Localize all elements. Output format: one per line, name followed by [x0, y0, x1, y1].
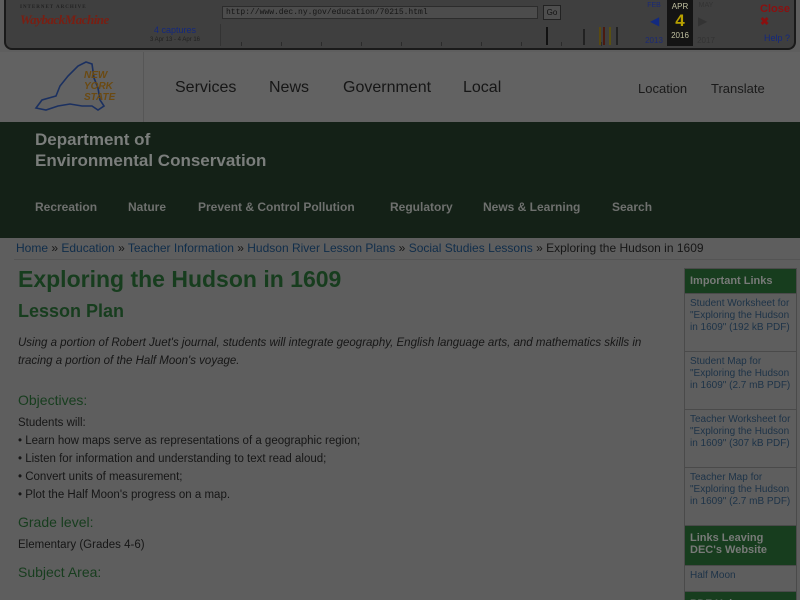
dec-nav-pollution[interactable]: Prevent & Control Pollution — [198, 200, 355, 214]
breadcrumb-education[interactable]: Education — [61, 241, 114, 255]
wayback-url-input[interactable]: http://www.dec.ny.gov/education/70215.ht… — [222, 6, 538, 19]
state-header: NEW YORK STATE Services News Government … — [0, 52, 800, 122]
wayback-logo[interactable]: INTERNET ARCHIVE WaybackMachine — [20, 5, 109, 41]
wayback-logo-small: INTERNET ARCHIVE — [20, 5, 87, 10]
close-icon[interactable]: ✖ — [760, 16, 769, 28]
prev-capture-icon[interactable]: ◀ — [650, 14, 659, 28]
close-label: Close — [760, 3, 790, 15]
dec-nav-nature[interactable]: Nature — [128, 200, 166, 214]
wayback-logo-big: WaybackMachine — [20, 12, 109, 27]
important-links-heading: Important Links — [684, 268, 797, 294]
current-capture: APR 4 2016 — [667, 0, 693, 46]
page: INTERNET ARCHIVE WaybackMachine http://w… — [0, 0, 800, 600]
nav-translate[interactable]: Translate — [711, 81, 765, 96]
objective-item: • Convert units of measurement; — [18, 471, 183, 483]
intro-text: Using a portion of Robert Juet's journal… — [18, 337, 642, 367]
prev-month[interactable]: FEB — [642, 2, 666, 9]
header-divider — [143, 52, 144, 122]
breadcrumb-social-studies[interactable]: Social Studies Lessons — [409, 241, 533, 255]
nav-government[interactable]: Government — [343, 79, 431, 97]
breadcrumb: Home » Education » Teacher Information »… — [16, 241, 704, 255]
sidebar: Important Links Student Worksheet for "E… — [684, 268, 797, 600]
help-label: Help — [764, 33, 783, 43]
breadcrumb-sep: » — [233, 241, 248, 255]
breadcrumb-teacher-info[interactable]: Teacher Information — [128, 241, 234, 255]
help-icon[interactable]: ? — [785, 33, 790, 43]
captures-count[interactable]: 4 captures — [144, 25, 206, 36]
link-student-map[interactable]: Student Map for "Exploring the Hudson in… — [684, 352, 797, 410]
objective-item: • Listen for information and understandi… — [18, 453, 327, 465]
current-day: 4 — [675, 11, 685, 30]
link-teacher-worksheet[interactable]: Teacher Worksheet for "Exploring the Hud… — [684, 410, 797, 468]
breadcrumb-sep: » — [114, 241, 128, 255]
nav-location[interactable]: Location — [638, 81, 687, 96]
nav-local[interactable]: Local — [463, 79, 501, 97]
breadcrumb-current: Exploring the Hudson in 1609 — [546, 241, 704, 255]
page-subtitle: Lesson Plan — [18, 301, 125, 321]
wayback-captures[interactable]: 4 captures 3 Apr 13 - 4 Apr 16 — [144, 25, 206, 45]
subject-heading: Subject Area: — [18, 564, 102, 580]
current-year: 2016 — [671, 31, 689, 40]
dec-nav-recreation[interactable]: Recreation — [35, 200, 97, 214]
page-title: Exploring the Hudson in 1609 — [18, 266, 342, 292]
ny-state-logo[interactable]: NEW YORK STATE — [22, 56, 122, 116]
wayback-help[interactable]: Help ? — [764, 33, 790, 43]
breadcrumb-divider — [14, 259, 800, 260]
next-year: 2017 — [697, 36, 715, 45]
objectives-list: Students will: • Learn how maps serve as… — [18, 414, 668, 504]
dec-banner: Department of Environmental Conservation… — [0, 122, 800, 238]
wayback-go-button[interactable]: Go — [543, 5, 561, 20]
breadcrumb-sep: » — [532, 241, 547, 255]
nav-services[interactable]: Services — [175, 79, 236, 97]
captures-range: 3 Apr 13 - 4 Apr 16 — [149, 37, 201, 43]
breadcrumb-home[interactable]: Home — [16, 241, 48, 255]
prev-year[interactable]: 2013 — [642, 36, 666, 45]
ny-state-logo-text: NEW YORK STATE — [84, 70, 116, 103]
wayback-close[interactable]: Close ✖ — [760, 3, 794, 28]
grade-value: Elementary (Grades 4-6) — [18, 539, 145, 551]
objective-item: • Plot the Half Moon's progress on a map… — [18, 489, 231, 501]
link-student-worksheet[interactable]: Student Worksheet for "Exploring the Hud… — [684, 294, 797, 352]
dec-nav-regulatory[interactable]: Regulatory — [390, 200, 453, 214]
breadcrumb-sep: » — [48, 241, 62, 255]
grade-heading: Grade level: — [18, 514, 94, 530]
breadcrumb-hudson-lessons[interactable]: Hudson River Lesson Plans — [247, 241, 395, 255]
students-will: Students will: — [18, 417, 86, 429]
link-teacher-map[interactable]: Teacher Map for "Exploring the Hudson in… — [684, 468, 797, 526]
next-capture-icon: ▶ — [698, 14, 708, 28]
dec-title-line1[interactable]: Department of — [35, 130, 150, 150]
wayback-toolbar: INTERNET ARCHIVE WaybackMachine http://w… — [4, 0, 796, 50]
pdf-help-heading: PDF Help — [684, 592, 797, 600]
objectives-heading: Objectives: — [18, 392, 88, 408]
link-half-moon[interactable]: Half Moon — [684, 566, 797, 592]
main-content: Exploring the Hudson in 1609 Lesson Plan… — [18, 266, 668, 580]
next-month: MAY — [698, 2, 714, 9]
dec-nav-search[interactable]: Search — [612, 200, 652, 214]
leaving-links-heading: Links Leaving DEC's Website — [684, 526, 797, 566]
current-month: APR — [671, 2, 689, 11]
breadcrumb-sep: » — [395, 241, 409, 255]
objective-item: • Learn how maps serve as representation… — [18, 435, 361, 447]
wayback-sparkline[interactable] — [220, 24, 636, 46]
dec-nav-news-learning[interactable]: News & Learning — [483, 200, 580, 214]
dec-title-line2[interactable]: Environmental Conservation — [35, 151, 266, 171]
nav-news[interactable]: News — [269, 79, 309, 97]
